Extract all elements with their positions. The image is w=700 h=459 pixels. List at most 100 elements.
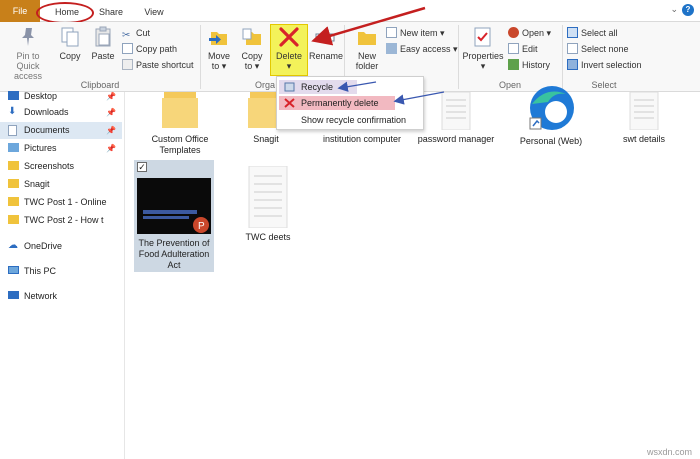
file-password-manager[interactable]: password manager	[416, 92, 496, 145]
nav-label: Documents	[24, 125, 70, 135]
powerpoint-thumbnail-icon: P	[137, 178, 211, 234]
recycle-icon	[284, 82, 295, 92]
menu-item-show-recycle-confirmation[interactable]: Show recycle confirmation	[279, 113, 419, 127]
easy-access-label: Easy access	[400, 44, 451, 54]
file-custom-office-templates[interactable]: Custom Office Templates	[134, 92, 226, 156]
copy-label: Copy	[59, 51, 81, 61]
delete-dropdown-menu: Recycle Permanently delete Show recycle …	[276, 76, 424, 130]
nav-item-onedrive[interactable]: ☁ OneDrive	[0, 238, 122, 255]
nav-label: TWC Post 2 - How t	[24, 215, 104, 225]
pane-divider[interactable]	[124, 92, 125, 459]
new-item-button[interactable]: New item ▾	[386, 27, 445, 40]
delete-x-icon	[284, 98, 295, 108]
pin-icon: 📌	[106, 108, 116, 117]
nav-label: This PC	[24, 266, 57, 276]
copy-path-icon	[122, 43, 133, 54]
rename-button[interactable]: Rename	[309, 26, 343, 61]
download-arrow-icon: ⬇	[8, 106, 17, 117]
open-label: Open	[522, 28, 545, 38]
navigation-pane: Desktop 📌 ⬇ Downloads 📌 Documents 📌 Picture…	[0, 91, 124, 459]
nav-label: Desktop	[24, 91, 58, 101]
help-icon[interactable]: ?	[682, 4, 694, 16]
move-to-button[interactable]: Move to ▾	[205, 26, 233, 72]
documents-icon	[8, 125, 17, 136]
nav-item-pictures[interactable]: Pictures 📌	[0, 140, 122, 157]
pin-icon: 📌	[106, 92, 116, 101]
expand-ribbon-icon[interactable]: ⌄	[670, 4, 678, 15]
file-label: Custom Office Templates	[151, 134, 209, 155]
copy-path-label: Copy path	[136, 44, 178, 54]
copy-path-button[interactable]: Copy path	[122, 43, 177, 56]
nav-label: Network	[24, 291, 58, 301]
pin-to-quick-access-button[interactable]: Pin to Quick access	[4, 26, 52, 81]
move-to-label: Move to	[207, 51, 230, 71]
copy-to-button[interactable]: Copy to ▾	[238, 26, 266, 72]
nav-item-twc-post-2[interactable]: TWC Post 2 - How t	[0, 212, 122, 229]
paste-button[interactable]: Paste	[88, 26, 118, 61]
new-folder-button[interactable]: New folder	[350, 26, 384, 71]
show-recycle-confirmation-label: Show recycle confirmation	[301, 115, 407, 125]
cut-button[interactable]: ✂ Cut	[122, 27, 150, 41]
select-none-button[interactable]: Select none	[567, 43, 629, 56]
file-personal-web[interactable]: Personal (Web)	[506, 84, 596, 147]
copy-button[interactable]: Copy	[56, 26, 84, 61]
select-all-label: Select all	[581, 28, 618, 38]
file-label: swt details	[622, 134, 666, 144]
file-swt-details[interactable]: swt details	[604, 92, 684, 145]
nav-item-downloads[interactable]: ⬇ Downloads 📌	[0, 104, 122, 121]
scissors-icon: ✂	[122, 30, 131, 41]
file-label: The Prevention of Food Adulteration Act	[138, 238, 210, 270]
file-twc-deets[interactable]: TWC deets	[228, 166, 308, 243]
nav-item-twc-post-1[interactable]: TWC Post 1 - Online	[0, 194, 122, 211]
paste-label: Paste	[91, 51, 115, 61]
nav-item-documents[interactable]: Documents 📌	[0, 122, 122, 139]
computer-icon	[8, 266, 19, 274]
select-all-icon	[567, 27, 578, 38]
nav-item-desktop[interactable]: Desktop 📌	[0, 88, 122, 105]
nav-item-this-pc[interactable]: This PC	[0, 263, 122, 280]
paste-shortcut-button[interactable]: Paste shortcut	[122, 59, 194, 72]
file-prevention-of-food-adulteration-act[interactable]: P The Prevention of Food Adulteration Ac…	[134, 178, 214, 271]
recycle-label: Recycle	[301, 82, 334, 92]
nav-item-snagit[interactable]: Snagit	[0, 176, 122, 193]
nav-item-screenshots[interactable]: Screenshots	[0, 158, 122, 175]
copy-icon	[61, 27, 79, 47]
powerpoint-icon	[508, 27, 519, 38]
file-select-checkbox[interactable]: ✓	[137, 162, 147, 172]
rename-icon	[315, 33, 335, 42]
new-folder-label: New folder	[355, 51, 379, 71]
network-icon	[8, 291, 19, 299]
invert-selection-button[interactable]: Invert selection	[567, 59, 642, 72]
folder-icon	[8, 161, 19, 170]
paste-shortcut-icon	[122, 59, 133, 70]
delete-button[interactable]: Delete ▾	[271, 26, 307, 72]
tab-share[interactable]: Share	[96, 4, 126, 20]
open-button[interactable]: Open ▾	[508, 27, 551, 40]
menu-item-recycle[interactable]: Recycle	[279, 80, 357, 94]
tab-home[interactable]: Home	[52, 4, 82, 20]
file-label: TWC deets	[245, 232, 291, 242]
pin-icon	[22, 28, 34, 46]
copy-to-icon	[242, 28, 261, 45]
delete-dropdown-icon[interactable]: ▾	[287, 61, 292, 71]
svg-text:P: P	[198, 221, 205, 232]
invert-selection-label: Invert selection	[581, 60, 642, 70]
ribbon-separator	[200, 25, 201, 89]
easy-access-button[interactable]: Easy access ▾	[386, 43, 458, 56]
pin-icon: 📌	[106, 144, 116, 153]
select-all-button[interactable]: Select all	[567, 27, 618, 40]
paste-shortcut-label: Paste shortcut	[136, 60, 194, 70]
select-none-icon	[567, 43, 578, 54]
properties-button[interactable]: Properties ▾	[462, 26, 504, 72]
file-label: Snagit	[253, 134, 279, 144]
history-label: History	[522, 60, 551, 70]
edit-button[interactable]: Edit	[508, 43, 538, 56]
invert-selection-icon	[567, 59, 578, 70]
history-button[interactable]: History	[508, 59, 550, 72]
new-folder-icon	[358, 32, 376, 45]
menu-item-permanently-delete[interactable]: Permanently delete	[279, 96, 395, 110]
tab-view[interactable]: View	[142, 4, 166, 20]
new-item-label: New item	[400, 28, 438, 38]
tab-file[interactable]: File	[0, 0, 40, 22]
nav-item-network[interactable]: Network	[0, 288, 122, 305]
